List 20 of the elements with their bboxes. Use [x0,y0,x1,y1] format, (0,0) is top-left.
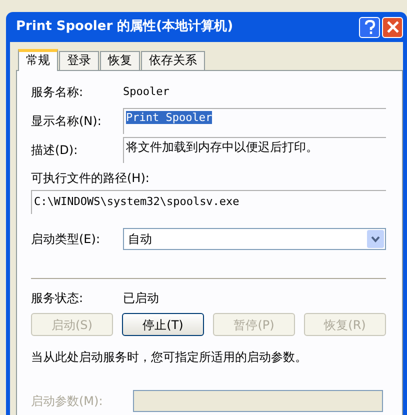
field-label: 服务名称: [31,84,84,101]
field-label: 启动类型(E): [31,231,101,248]
window-title: Print Spooler 的属性(本地计算机) [16,18,234,36]
field-label: 可执行文件的路径(H): [31,171,150,185]
display-name-field[interactable]: Print Spooler [123,108,386,134]
tab[interactable]: 登录 [59,51,99,70]
path-field: C:\WINDOWS\system32\spoolsv.exe [31,190,386,214]
startup-type-dropdown[interactable]: 自动 [123,228,386,250]
tab[interactable]: 依存关系 [141,51,205,70]
service-status: 已启动 [123,290,159,307]
description-field[interactable]: 将文件加载到内存中以便迟后打印。 [123,137,386,163]
field-label: 服务状态: [31,290,84,307]
service-button[interactable]: 停止(T) [122,313,204,336]
tab[interactable]: 恢复 [100,51,140,70]
service-name: Spooler [123,84,170,100]
field-label: 描述(D): [31,142,79,159]
tab[interactable]: 常规 [18,49,58,71]
field-label: 启动参数(M): [31,393,104,410]
field-label: 显示名称(N): [31,113,102,130]
hint-text: 当从此处启动服务时，您可指定所适用的启动参数。 [31,349,308,366]
